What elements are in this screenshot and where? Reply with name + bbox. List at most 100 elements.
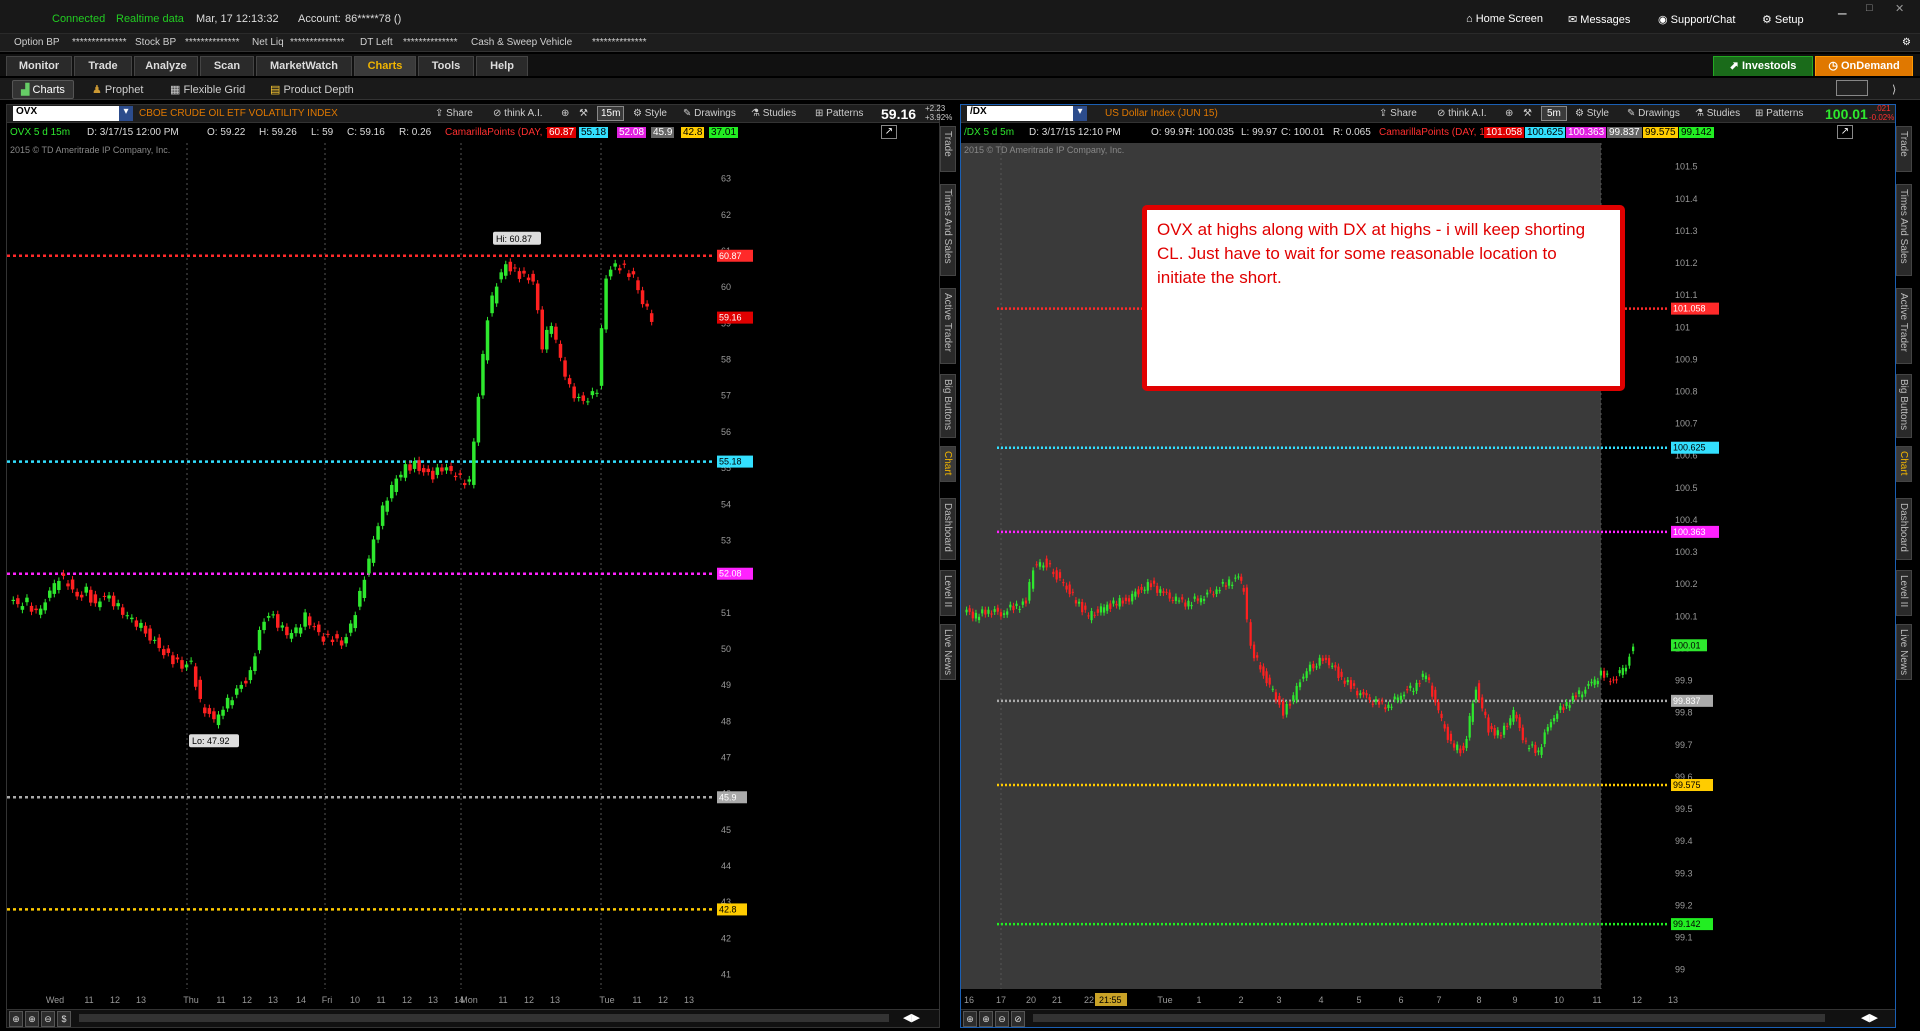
account-select[interactable]: 86*****78 () [345, 13, 401, 25]
candle-body [1606, 673, 1609, 675]
dollar-icon[interactable]: $ [57, 1011, 71, 1027]
candle-body [1190, 604, 1193, 607]
style-button[interactable]: ⚙ Style [1575, 108, 1609, 119]
candle-body [563, 360, 567, 377]
magnify-icon[interactable]: ⊕ [1505, 108, 1513, 119]
sidetab-active-trader[interactable]: Active Trader [1896, 288, 1912, 364]
home-screen-button[interactable]: ⌂ Home Screen [1466, 13, 1543, 25]
sidetab-big-buttons[interactable]: Big Buttons [940, 374, 956, 438]
candle-body [1362, 692, 1365, 695]
tab-scan[interactable]: Scan [200, 56, 254, 76]
sidetab-chart[interactable]: Chart [1896, 446, 1912, 482]
sidetab-dashboard[interactable]: Dashboard [1896, 498, 1912, 560]
sidetab-level2[interactable]: Level II [1896, 570, 1912, 616]
collapse-icon[interactable]: ⟩ [1892, 83, 1896, 96]
studies-button[interactable]: ⚗ Studies [751, 108, 796, 119]
scroll-left-icon[interactable]: ◀▶ [1861, 1011, 1878, 1024]
sidetab-live-news[interactable]: Live News [940, 624, 956, 680]
last-price-label: 59.16 [719, 313, 742, 323]
maximize-button[interactable]: □ [1866, 2, 1873, 14]
investools-button[interactable]: ⬈ Investools [1713, 56, 1813, 76]
zoom-out-icon[interactable]: ⊕ [9, 1011, 23, 1027]
studies-button[interactable]: ⚗ Studies [1695, 108, 1740, 119]
symbol-dropdown-icon[interactable]: ▾ [1073, 106, 1087, 121]
charts-subtab[interactable]: ▟ Charts [12, 80, 74, 99]
share-button[interactable]: ⇪ Share [1379, 108, 1417, 119]
expand-chart-icon[interactable]: ↗ [1837, 125, 1853, 139]
x-tick-label: 8 [1476, 995, 1481, 1005]
ovx-plot-area[interactable]: 2015 © TD Ameritrade IP Company, Inc. 63 6… [7, 143, 939, 1009]
drawings-button[interactable]: ✎ Drawings [1627, 108, 1680, 119]
candle-body [1156, 585, 1159, 593]
tab-trade[interactable]: Trade [74, 56, 132, 76]
last-price: 100.01 [1825, 106, 1868, 122]
thinkai-button[interactable]: ⊘ think A.I. [493, 108, 543, 119]
close-window-button[interactable]: ✕ [1895, 2, 1904, 15]
tab-charts[interactable]: Charts [354, 56, 416, 76]
patterns-button[interactable]: ⊞ Patterns [1755, 108, 1803, 119]
tab-monitor[interactable]: Monitor [6, 56, 72, 76]
flexible-grid-subtab[interactable]: ▦ Flexible Grid [170, 83, 245, 96]
tab-tools[interactable]: Tools [418, 56, 474, 76]
ondemand-button[interactable]: ◷ OnDemand [1815, 56, 1913, 76]
timeframe-button[interactable]: 15m [597, 106, 625, 121]
candle-body [1581, 694, 1584, 698]
sidetab-big-buttons[interactable]: Big Buttons [1896, 374, 1912, 438]
sidetab-dashboard[interactable]: Dashboard [940, 498, 956, 560]
sidetab-chart[interactable]: Chart [940, 446, 956, 482]
candle-body [1481, 697, 1484, 709]
sidetab-times-sales[interactable]: Times And Sales [940, 184, 956, 276]
time-scrollbar[interactable] [1033, 1014, 1825, 1022]
support-chat-button[interactable]: ◉ Support/Chat [1658, 13, 1735, 26]
symbol-input[interactable]: /DX [967, 106, 1073, 121]
setup-button[interactable]: ⚙ Setup [1762, 13, 1804, 26]
dx-chart-scrollbar[interactable]: ⊕ ⊕ ⊖ ⊘ ◀▶ [961, 1009, 1895, 1027]
minimize-button[interactable]: ▁ [1838, 2, 1846, 15]
sidetab-live-news[interactable]: Live News [1896, 624, 1912, 680]
wrench-icon[interactable]: ⚒ [1523, 108, 1532, 119]
pan-icon[interactable]: ⊖ [995, 1011, 1009, 1027]
share-button[interactable]: ⇪ Share [435, 108, 473, 119]
style-button[interactable]: ⚙ Style [633, 108, 667, 119]
magnify-icon[interactable]: ⊕ [561, 108, 569, 119]
timeframe-button[interactable]: 5m [1541, 106, 1567, 121]
prophet-subtab[interactable]: ♟ Prophet [92, 83, 143, 96]
time-scrollbar[interactable] [79, 1014, 889, 1022]
wrench-icon[interactable]: ⚒ [579, 108, 588, 119]
scroll-left-icon[interactable]: ◀▶ [903, 1011, 920, 1024]
zoom-out-icon[interactable]: ⊕ [963, 1011, 977, 1027]
pan-icon[interactable]: ⊖ [41, 1011, 55, 1027]
camarilla-level-label: 99.837 [1673, 696, 1701, 706]
product-depth-subtab[interactable]: ▤ Product Depth [270, 83, 354, 96]
zoom-in-icon[interactable]: ⊕ [25, 1011, 39, 1027]
x-tick-label: Tue [1157, 995, 1172, 1005]
drawings-button[interactable]: ✎ Drawings [683, 108, 736, 119]
tab-analyze[interactable]: Analyze [134, 56, 198, 76]
tab-marketwatch[interactable]: MarketWatch [256, 56, 352, 76]
info-low: L: 99.97 [1241, 127, 1278, 138]
symbol-input[interactable]: OVX [13, 106, 119, 121]
candle-body [485, 320, 490, 361]
sidetab-trade[interactable]: Trade [940, 126, 956, 172]
symbol-dropdown-icon[interactable]: ▾ [119, 106, 133, 121]
sidetab-level2[interactable]: Level II [940, 570, 956, 616]
zoom-in-icon[interactable]: ⊕ [979, 1011, 993, 1027]
candle-body [1390, 706, 1393, 708]
candle-body [198, 679, 202, 699]
candle-body [558, 343, 563, 358]
candle-body [321, 636, 326, 642]
patterns-button[interactable]: ⊞ Patterns [815, 108, 863, 119]
layout-toggle-button[interactable] [1836, 80, 1868, 96]
ovx-chart-scrollbar[interactable]: ⊕ ⊕ ⊖ $ ◀▶ [7, 1009, 939, 1027]
messages-button[interactable]: ✉ Messages [1568, 13, 1630, 26]
thinkai-button[interactable]: ⊘ think A.I. [1437, 108, 1487, 119]
expand-chart-icon[interactable]: ↗ [881, 125, 897, 139]
settings-icon[interactable]: ⚙ [1902, 37, 1911, 48]
tab-help[interactable]: Help [476, 56, 528, 76]
candle-body [1134, 591, 1137, 597]
sidetab-times-sales[interactable]: Times And Sales [1896, 184, 1912, 276]
sidetab-active-trader[interactable]: Active Trader [940, 288, 956, 364]
drag-icon[interactable]: ⊘ [1011, 1011, 1025, 1027]
sidetab-trade[interactable]: Trade [1896, 126, 1912, 172]
camarilla-label: CamarillaPoints (DAY, 1) [1379, 127, 1489, 138]
